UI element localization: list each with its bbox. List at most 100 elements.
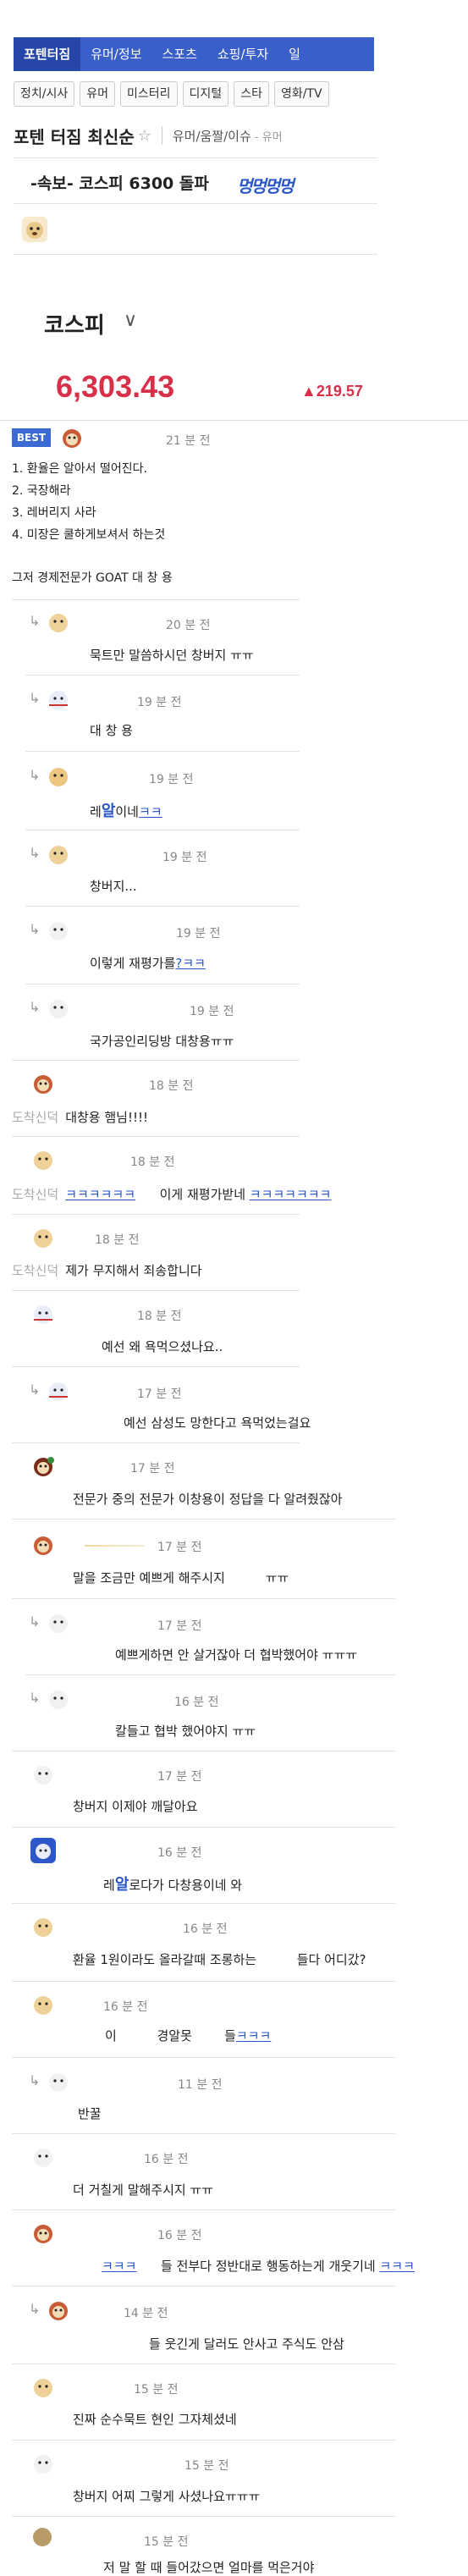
favorite-star-icon[interactable]: ☆ <box>138 127 151 145</box>
comment-time: 16 분 전 <box>183 1922 228 1936</box>
commenter-avatar[interactable] <box>46 1686 71 1712</box>
text-part: 들 <box>224 2028 236 2044</box>
comment-text: 창버지... <box>90 879 137 894</box>
comment-text: 국가공인리딩방 대창용ㅠㅠ <box>90 1034 234 1049</box>
post-title: -속보- 코스피 6300 돌파 <box>30 174 209 193</box>
commenter-avatar[interactable] <box>30 1914 56 1939</box>
chip-movie-tv[interactable]: 영화/TV <box>273 81 329 107</box>
divider <box>12 1366 300 1367</box>
stock-index-label[interactable]: 코스피 <box>44 308 105 339</box>
commenter-avatar[interactable] <box>30 1225 56 1250</box>
commenter-avatar[interactable] <box>46 996 71 1021</box>
commenter-avatar[interactable] <box>46 841 71 867</box>
divider <box>12 1060 300 1061</box>
comment-time: 16 분 전 <box>157 2229 202 2242</box>
commenter-avatar[interactable] <box>46 1378 71 1404</box>
divider <box>12 2057 396 2058</box>
text-part: 레 <box>103 1878 115 1893</box>
comment-text: 이 경알못 들ㅋㅋㅋ <box>105 2027 271 2044</box>
commenter-avatar[interactable] <box>32 2527 58 2552</box>
laugh-text: ?ㅋㅋ <box>175 956 206 971</box>
divider <box>14 254 377 255</box>
divider <box>14 203 377 204</box>
tab-shopping[interactable]: 쇼핑/투자 <box>207 37 278 71</box>
comment-text: 진짜 순수묵트 현인 그자체셨네 <box>73 2412 237 2427</box>
commenter-avatar[interactable] <box>30 1071 56 1096</box>
comment-time: 19 분 전 <box>176 927 221 940</box>
laugh-text: ㅋㅋ <box>138 804 162 819</box>
commenter-avatar[interactable] <box>30 1532 56 1558</box>
text-part: 이네 <box>115 804 139 819</box>
chip-politics[interactable]: 정치/시사 <box>14 81 75 107</box>
board-name[interactable]: 포텐 터짐 최신순 <box>14 124 135 148</box>
divider <box>12 1442 300 1443</box>
comment-time: 18 분 전 <box>130 1156 175 1169</box>
tab-poten[interactable]: 포텐터짐 <box>14 37 81 71</box>
commenter-avatar[interactable] <box>30 2220 56 2246</box>
comment-time: 16 분 전 <box>174 1696 219 1709</box>
comment-text: 창버지 어찌 그렇게 사셨나요ㅠㅠㅠ <box>73 2489 261 2504</box>
reply-arrow-icon: ↳ <box>29 2301 41 2317</box>
comment-time: 16 분 전 <box>103 2000 148 2014</box>
comment-text: 말을 조금만 예쁘게 해주시지 ㅠㅠ <box>73 1569 289 1586</box>
chip-digital[interactable]: 디지털 <box>182 81 229 107</box>
board-category[interactable]: 유머/움짤/이슈 <box>173 127 251 145</box>
commenter-avatar[interactable] <box>30 2375 56 2400</box>
commenter-avatar[interactable] <box>30 1838 56 1863</box>
commenter-avatar[interactable] <box>30 1762 56 1787</box>
comment-text: 대 창 용 <box>90 723 133 738</box>
laugh-text: ㅋㅋㅋ <box>379 2259 415 2274</box>
text-part: 로다가 다창용이네 와 <box>129 1878 243 1893</box>
tab-more[interactable]: 일 <box>278 37 311 71</box>
reply-arrow-icon: ↳ <box>29 1613 41 1630</box>
comment-text: 칼들고 협박 했어야지 ㅠㅠ <box>115 1724 256 1739</box>
commenter-avatar[interactable] <box>30 1453 56 1479</box>
text-part: 들 전부다 정반대로 행동하는게 개웃기네 <box>161 2259 376 2274</box>
divider <box>12 1519 396 1520</box>
chip-humor[interactable]: 유머 <box>80 81 116 107</box>
commenter-avatar[interactable] <box>46 764 71 789</box>
commenter-avatar[interactable] <box>46 610 71 635</box>
nickname[interactable]: 도착신덕 <box>12 1263 58 1278</box>
comment-line: 2. 국장해라 <box>12 484 71 498</box>
chip-star[interactable]: 스타 <box>234 81 269 107</box>
comment-text: 전문가 중의 전문가 이창용이 정답을 다 알려줬잖아 <box>73 1492 343 1507</box>
commenter-avatar[interactable] <box>46 687 71 712</box>
divider <box>12 1290 300 1291</box>
commenter-avatar[interactable] <box>46 2069 71 2094</box>
commenter-avatar[interactable] <box>30 2451 56 2476</box>
comment-time: 18 분 전 <box>95 1233 140 1247</box>
comment-time: 19 분 전 <box>162 851 207 864</box>
chip-mystery[interactable]: 미스터리 <box>120 81 178 107</box>
board-subcategory: - 유머 <box>254 130 283 144</box>
divider <box>25 675 300 676</box>
commenter-avatar[interactable] <box>30 2144 56 2170</box>
reply-arrow-icon: ↳ <box>29 999 41 1015</box>
comment-time: 17 분 전 <box>137 1387 182 1401</box>
tab-sports[interactable]: 스포츠 <box>151 37 206 71</box>
commenter-avatar[interactable] <box>30 1301 56 1327</box>
commenter-avatar[interactable] <box>30 1147 56 1172</box>
comment-text: 예쁘게하면 안 살거잖아 더 협박했어야 ㅠㅠㅠ <box>115 1647 358 1663</box>
commenter-avatar[interactable] <box>46 2297 71 2323</box>
reply-arrow-icon: ↳ <box>29 2072 41 2088</box>
text-part: 들다 어디갔? <box>296 1952 366 1967</box>
commenter-avatar[interactable] <box>46 1610 71 1636</box>
comment-time: 17 분 전 <box>130 1462 175 1476</box>
comment-text: 창버지 이제야 깨달아요 <box>73 1799 198 1814</box>
comment-time: 18 분 전 <box>149 1079 194 1093</box>
comment-time: 14 분 전 <box>124 2307 168 2320</box>
commenter-avatar[interactable] <box>46 918 71 943</box>
commenter-avatar[interactable] <box>59 425 85 450</box>
comment-text: 예선 삼성도 망한다고 욕먹었는걸요 <box>124 1415 311 1431</box>
nickname[interactable]: 도착신덕 <box>12 1187 58 1202</box>
author-avatar[interactable] <box>22 217 47 242</box>
tab-humor-info[interactable]: 유머/정보 <box>80 37 151 71</box>
stock-index-change: ▲219.57 <box>301 383 363 400</box>
reply-arrow-icon: ↳ <box>29 613 41 629</box>
nickname[interactable]: 도착신덕 <box>12 1110 58 1125</box>
chevron-down-icon[interactable]: ∨ <box>124 310 137 331</box>
comment-time: 16 분 전 <box>157 1846 202 1860</box>
comment-text: 들 웃긴게 달러도 안사고 주식도 안삼 <box>149 2336 344 2352</box>
commenter-avatar[interactable] <box>30 1992 56 2017</box>
